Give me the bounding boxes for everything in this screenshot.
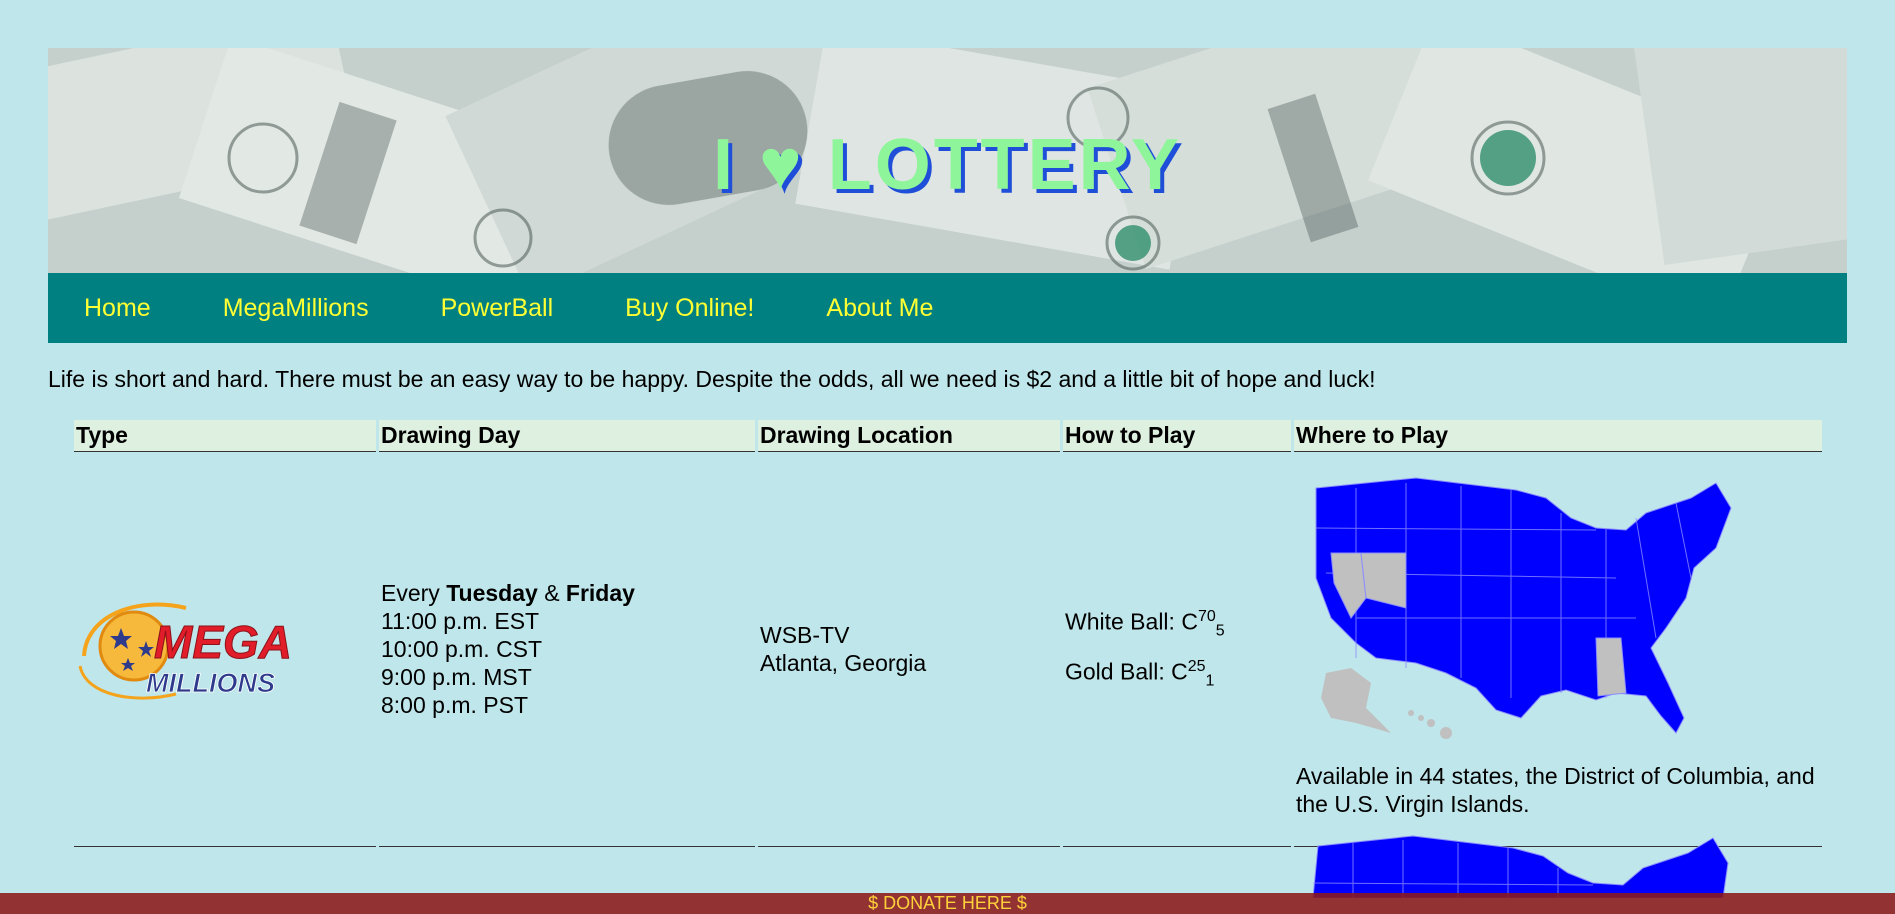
nav-powerball[interactable]: PowerBall: [441, 294, 554, 323]
us-availability-map: [1312, 835, 1729, 899]
nav-home[interactable]: Home: [84, 294, 151, 323]
megamillions-logo[interactable]: MEGA MILLIONS: [76, 586, 306, 706]
location-station: WSB-TV: [760, 622, 850, 648]
header-where-to-play: Where to Play: [1294, 420, 1822, 452]
drawing-time: 10:00 p.m. CST: [381, 636, 543, 662]
gold-ball-rule: Gold Ball: C251: [1065, 658, 1215, 690]
map-excluded-alabama: [1595, 637, 1627, 697]
nav-buy-online[interactable]: Buy Online!: [625, 294, 754, 323]
site-title: I ♥ LOTTERY: [712, 125, 1183, 205]
map-available-states: [1315, 477, 1732, 734]
table-row: MEGA MILLIONS Every Tuesday & Friday 11:…: [74, 452, 1822, 847]
logo-text-millions: MILLIONS: [146, 668, 275, 698]
us-availability-map: [1315, 477, 1732, 739]
main-nav: Home MegaMillions PowerBall Buy Online! …: [48, 273, 1847, 343]
drawing-location-cell: WSB-TV Atlanta, Georgia: [758, 452, 1060, 847]
location-city: Atlanta, Georgia: [760, 650, 927, 676]
table-header-row: Type Drawing Day Drawing Location How to…: [74, 420, 1822, 452]
lottery-table: Type Drawing Day Drawing Location How to…: [71, 420, 1825, 847]
donate-button[interactable]: $ DONATE HERE $: [0, 893, 1895, 914]
nav-megamillions[interactable]: MegaMillions: [223, 294, 369, 323]
header-drawing-day: Drawing Day: [379, 420, 755, 452]
drawing-time: 8:00 p.m. PST: [381, 692, 529, 718]
how-to-play-cell: White Ball: C705 Gold Ball: C251: [1063, 452, 1291, 847]
map-excluded-hawaii: [1408, 710, 1452, 739]
header-how-to-play: How to Play: [1063, 420, 1291, 452]
type-cell: MEGA MILLIONS: [74, 452, 376, 847]
header-banner: I ♥ LOTTERY: [48, 48, 1847, 273]
where-to-play-cell: Available in 44 states, the District of …: [1294, 452, 1822, 847]
availability-text: Available in 44 states, the District of …: [1296, 763, 1815, 817]
header-type: Type: [74, 420, 376, 452]
intro-text: Life is short and hard. There must be an…: [48, 366, 1376, 392]
map-excluded-alaska: [1321, 668, 1391, 733]
white-ball-rule: White Ball: C705: [1065, 607, 1225, 639]
logo-text-mega: MEGA: [154, 616, 292, 668]
header-drawing-location: Drawing Location: [758, 420, 1060, 452]
drawing-time: 11:00 p.m. EST: [381, 608, 540, 634]
table-row: [1293, 828, 1743, 903]
drawing-day-cell: Every Tuesday & Friday 11:00 p.m. EST 10…: [379, 452, 755, 847]
drawing-days: Every Tuesday & Friday: [381, 580, 635, 606]
nav-about-me[interactable]: About Me: [826, 294, 933, 323]
drawing-time: 9:00 p.m. MST: [381, 664, 532, 690]
